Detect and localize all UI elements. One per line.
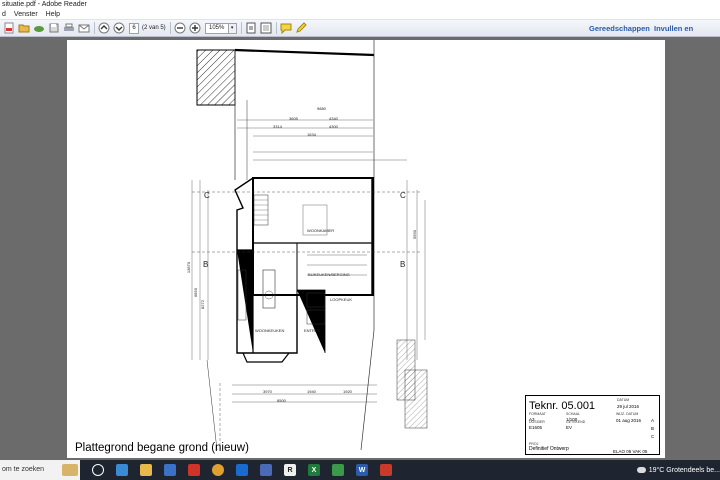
zoom-dropdown-icon[interactable]: ▾	[228, 22, 237, 34]
print-icon[interactable]	[63, 22, 75, 34]
drawing-number: Teknr. 05.001	[529, 400, 596, 412]
toolbar-divider	[169, 22, 171, 34]
drawn-by-value: EV	[566, 425, 573, 430]
grid-axis-b-right: B	[400, 260, 406, 269]
toolbar: 6 (2 van 5) 105% ▾ Gereedschappen Invull…	[0, 20, 720, 50]
taskbar-search-box[interactable]: om te zoeken	[0, 460, 80, 480]
word-icon[interactable]: W	[356, 464, 368, 476]
tools-link[interactable]: Gereedschappen	[589, 20, 650, 37]
acrobat-reader-icon[interactable]	[188, 464, 200, 476]
mail-icon[interactable]	[164, 464, 176, 476]
weather-icon	[636, 467, 646, 473]
toolbar-divider	[240, 22, 242, 34]
menu-item-window[interactable]: Venster	[14, 9, 38, 19]
dimension-label: 9880	[317, 106, 326, 111]
comment-icon[interactable]	[280, 22, 292, 34]
title-block-label: WIJZ. DATUM	[616, 412, 639, 416]
menu-item-help[interactable]: Help	[46, 9, 60, 19]
project-code: ELAO 05 VAK 05	[613, 449, 648, 454]
create-pdf-icon[interactable]	[3, 22, 15, 34]
grid-axis-c-right: C	[400, 191, 406, 200]
edge-icon[interactable]	[116, 464, 128, 476]
title-block-label: DATUM	[617, 398, 630, 402]
revision-b: B	[651, 426, 655, 431]
room-label-bijkeuken: BIJKEUKEN/BERGING	[308, 272, 350, 277]
plan-title: Plattegrond begane grond (nieuw)	[75, 442, 249, 454]
revision-date-value: 01 aug 2016	[616, 418, 642, 423]
title-block: Teknr. 05.001 DATUM 29 jul 2016 FORMAAT …	[525, 395, 660, 455]
document-viewport[interactable]: C C B B 3605 4340 3314 4300 1634 9880 39…	[0, 37, 720, 460]
title-block-label: FORMAAT	[529, 412, 546, 416]
search-placeholder: om te zoeken	[2, 466, 45, 473]
dimension-label: 6850	[192, 288, 198, 297]
previous-page-icon[interactable]	[98, 22, 110, 34]
email-icon[interactable]	[78, 22, 90, 34]
toolbar-divider	[275, 22, 277, 34]
dimension-label: 1940	[307, 389, 316, 394]
chrome-icon[interactable]	[212, 464, 224, 476]
search-highlight-image	[62, 464, 78, 476]
file-explorer-icon[interactable]	[140, 464, 152, 476]
title-block-label: SCHAAL	[566, 412, 581, 416]
revision-c: C	[651, 434, 655, 439]
outlook-icon[interactable]	[236, 464, 248, 476]
dimension-label: 3314	[273, 124, 282, 129]
open-folder-icon[interactable]	[18, 22, 30, 34]
excel-icon[interactable]: X	[308, 464, 320, 476]
menu-item-edit[interactable]: d	[2, 9, 6, 19]
r-app-icon[interactable]: R	[284, 464, 296, 476]
task-view-icon[interactable]	[92, 464, 104, 476]
full-screen-icon[interactable]	[260, 22, 272, 34]
zoom-out-icon[interactable]	[174, 22, 186, 34]
dimension-label: 5590	[411, 230, 417, 239]
green-app-icon[interactable]	[332, 464, 344, 476]
page-count-label: (2 van 5)	[142, 25, 166, 31]
next-page-icon[interactable]	[113, 22, 125, 34]
dimension-label: 8500	[277, 398, 286, 403]
zoom-in-icon[interactable]	[189, 22, 201, 34]
weather-text[interactable]: 19°C Grotendeels be...	[649, 467, 720, 474]
dimension-label: 4340	[329, 116, 338, 121]
grid-axis-c-left: C	[204, 191, 210, 200]
cloud-icon[interactable]	[33, 22, 45, 34]
project-name: Definitief Ontwerp	[529, 446, 569, 452]
dimension-label: 1634	[307, 132, 316, 137]
title-block-label: GETEKEND	[566, 420, 586, 424]
title-block-label: DOSSIER	[529, 420, 545, 424]
dimension-label: 1920	[343, 389, 352, 394]
window-title: situatie.pdf - Adobe Reader	[0, 0, 720, 9]
menu-bar: d Venster Help	[0, 9, 720, 20]
room-label-entree: ENTREE	[304, 328, 321, 333]
dimension-label: 13870	[186, 261, 192, 274]
save-icon[interactable]	[48, 22, 60, 34]
system-tray: 19°C Grotendeels be...	[636, 460, 720, 480]
grid-axis-b-left: B	[203, 260, 209, 269]
date-value: 29 jul 2016	[617, 404, 640, 409]
dimension-label: 4300	[329, 124, 338, 129]
room-label-woonkeuken: WOONKEUKEN	[255, 328, 285, 333]
highlight-icon[interactable]	[295, 22, 307, 34]
page-number-input[interactable]: 6	[129, 22, 139, 34]
toolbar-divider	[94, 22, 95, 34]
pdf-app-icon[interactable]	[380, 464, 392, 476]
dossier-value: E1605	[529, 425, 543, 430]
room-label-woonkamer: WOONKAMER	[307, 228, 335, 233]
pdf-page: C C B B 3605 4340 3314 4300 1634 9880 39…	[67, 40, 665, 458]
windows-taskbar: om te zoeken R X W 19°C Grotendeels be..…	[0, 460, 720, 480]
dimension-label: 3970	[263, 389, 272, 394]
dimension-label: 3605	[289, 116, 298, 121]
revision-a: A	[651, 418, 655, 423]
photos-icon[interactable]	[260, 464, 272, 476]
zoom-level-input[interactable]: 105%	[204, 22, 229, 34]
fill-sign-link[interactable]: Invullen en onderteke	[654, 20, 720, 50]
room-label-loopkeuk: LOOPKEUK	[330, 297, 353, 302]
dimension-label: 8272	[199, 300, 205, 309]
fit-page-icon[interactable]	[245, 22, 257, 34]
